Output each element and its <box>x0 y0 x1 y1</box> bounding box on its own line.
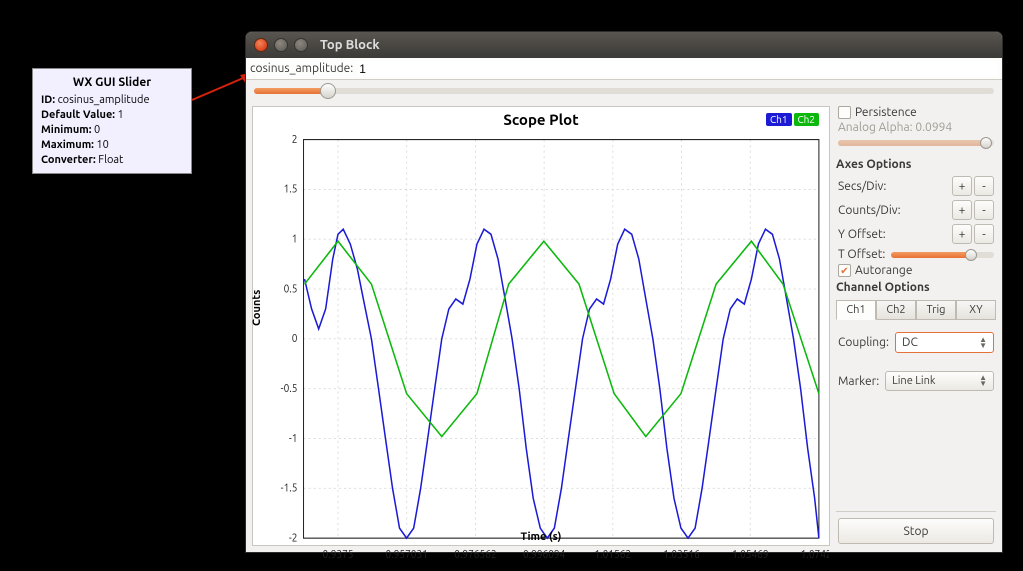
legend-ch1: Ch1 <box>766 113 791 126</box>
persistence-label: Persistence <box>855 106 917 119</box>
secsdiv-plus-button[interactable]: + <box>952 176 972 196</box>
y-axis-label: Counts <box>251 290 263 326</box>
maximize-icon[interactable] <box>294 38 308 52</box>
countsdiv-minus-button[interactable]: - <box>974 200 994 220</box>
countsdiv-plus-button[interactable]: + <box>952 200 972 220</box>
amplitude-input[interactable] <box>357 61 998 77</box>
svg-text:1.03516: 1.03516 <box>663 547 700 559</box>
svg-text:-1.5: -1.5 <box>281 481 298 493</box>
tab-trig[interactable]: Trig <box>916 300 956 320</box>
window-titlebar[interactable]: Top Block <box>246 32 1002 58</box>
chevron-updown-icon: ▲▼ <box>979 375 987 387</box>
svg-text:1.07422: 1.07422 <box>801 547 829 559</box>
plot-title: Scope Plot <box>253 111 829 128</box>
legend-ch2: Ch2 <box>794 113 819 126</box>
svg-text:0: 0 <box>292 332 298 344</box>
plot-legend: Ch1 Ch2 <box>766 113 819 126</box>
marker-label: Marker: <box>838 375 879 388</box>
secsdiv-minus-button[interactable]: - <box>974 176 994 196</box>
info-title: WX GUI Slider <box>41 75 183 91</box>
alpha-label: Analog Alpha: <box>838 121 913 134</box>
svg-text:0.957031: 0.957031 <box>386 547 428 559</box>
toffset-slider[interactable] <box>891 252 994 258</box>
tab-xy[interactable]: XY <box>956 300 996 320</box>
axes-options-title: Axes Options <box>836 158 996 171</box>
alpha-value: 0.0994 <box>915 121 952 134</box>
scope-controls: Persistence Analog Alpha: 0.0994 Axes Op… <box>836 106 996 546</box>
close-icon[interactable] <box>254 38 268 52</box>
coupling-label: Coupling: <box>838 336 889 349</box>
minimize-icon[interactable] <box>274 38 288 52</box>
slider-thumb[interactable] <box>320 83 336 99</box>
svg-text:0.5: 0.5 <box>284 282 298 294</box>
annotation-arrow <box>192 72 254 102</box>
persistence-checkbox[interactable] <box>838 106 851 119</box>
window-title: Top Block <box>320 38 380 52</box>
amplitude-slider[interactable] <box>246 80 1002 102</box>
yoffset-label: Y Offset: <box>838 228 886 241</box>
svg-text:1.05469: 1.05469 <box>732 547 769 559</box>
x-axis-label: Time (s) <box>253 531 829 543</box>
amplitude-input-row: cosinus_amplitude: <box>246 58 1002 80</box>
toffset-label: T Offset: <box>838 248 885 261</box>
scope-plot: Scope Plot Ch1 Ch2 0.93750.9570310.97656… <box>252 106 830 546</box>
tab-ch1[interactable]: Ch1 <box>836 300 876 320</box>
slider-info-panel: WX GUI Slider ID: cosinus_amplitude Defa… <box>32 68 192 174</box>
tab-ch2[interactable]: Ch2 <box>876 300 916 320</box>
svg-text:1.01562: 1.01562 <box>595 547 632 559</box>
countsdiv-label: Counts/Div: <box>838 204 901 217</box>
autorange-label: Autorange <box>855 264 912 277</box>
autorange-checkbox[interactable]: ✔ <box>838 264 851 277</box>
yoffset-plus-button[interactable]: + <box>952 224 972 244</box>
secsdiv-label: Secs/Div: <box>838 180 886 193</box>
chevron-updown-icon: ▲▼ <box>979 337 987 349</box>
svg-text:1: 1 <box>292 232 298 244</box>
yoffset-minus-button[interactable]: - <box>974 224 994 244</box>
svg-text:1.5: 1.5 <box>284 182 298 194</box>
channel-tabs: Ch1 Ch2 Trig XY <box>836 300 996 320</box>
plot-canvas: 0.9375 0.957031 0.976562 0.996094 1.01562 1.0… <box>253 133 829 571</box>
svg-text:0.9375: 0.9375 <box>323 547 354 559</box>
svg-text:-1: -1 <box>289 431 298 443</box>
svg-text:2: 2 <box>292 133 298 145</box>
svg-text:-0.5: -0.5 <box>281 382 298 394</box>
marker-dropdown[interactable]: Line Link ▲▼ <box>885 371 994 391</box>
app-window: Top Block cosinus_amplitude: Scope Plot … <box>246 32 1002 552</box>
alpha-slider[interactable] <box>838 140 994 146</box>
coupling-dropdown[interactable]: DC ▲▼ <box>895 332 994 353</box>
stop-button[interactable]: Stop <box>838 518 994 544</box>
svg-text:0.996094: 0.996094 <box>523 547 565 559</box>
svg-text:0.976562: 0.976562 <box>454 547 496 559</box>
amplitude-label: cosinus_amplitude: <box>250 62 353 75</box>
channel-options-title: Channel Options <box>836 281 996 294</box>
